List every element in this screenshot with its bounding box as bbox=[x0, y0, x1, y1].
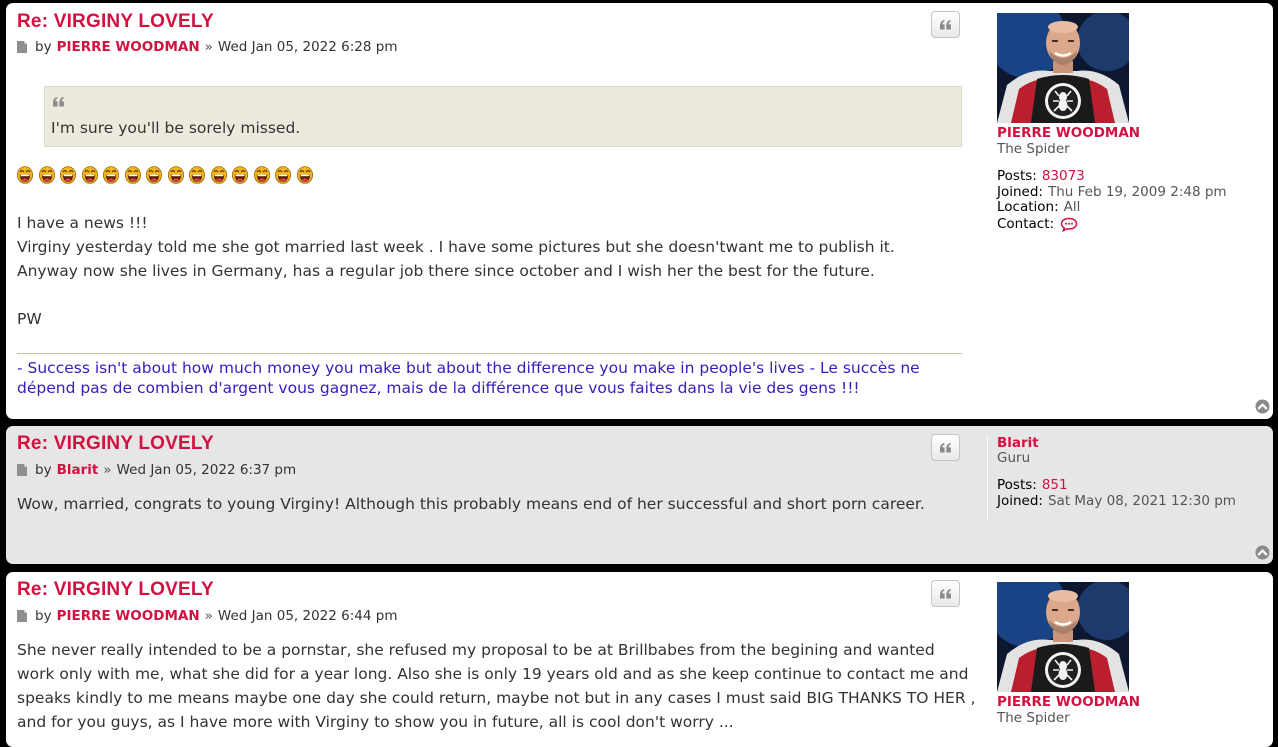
post-text-line: speaks kindly to me means maybe one day … bbox=[17, 689, 976, 707]
quote-icon bbox=[940, 19, 951, 29]
joined-label: Joined: bbox=[997, 184, 1043, 200]
profile-rank: The Spider bbox=[997, 710, 1070, 726]
avatar[interactable] bbox=[997, 13, 1129, 123]
by-label: by bbox=[35, 462, 52, 478]
laughing-emoji bbox=[124, 166, 141, 184]
byline-separator: » bbox=[204, 39, 213, 55]
post-title-link[interactable]: Re: VIRGINY LOVELY bbox=[17, 433, 214, 455]
profile-rank: The Spider bbox=[997, 141, 1070, 157]
emoji-row bbox=[17, 166, 313, 184]
profile-username-link[interactable]: PIERRE WOODMAN bbox=[997, 125, 1140, 141]
profile-joined: Joined: Sat May 08, 2021 12:30 pm bbox=[997, 493, 1236, 509]
post-icon[interactable] bbox=[17, 610, 27, 622]
post-byline: by PIERRE WOODMAN » Wed Jan 05, 2022 6:2… bbox=[17, 39, 397, 55]
post-text-line: work only with me, what she did for a ye… bbox=[17, 665, 969, 683]
joined-date: Thu Feb 19, 2009 2:48 pm bbox=[1047, 184, 1227, 200]
quote-button[interactable] bbox=[931, 434, 960, 461]
by-label: by bbox=[35, 39, 52, 55]
profile-joined: Joined: Thu Feb 19, 2009 2:48 pm bbox=[997, 184, 1227, 200]
laughing-emoji bbox=[210, 166, 227, 184]
profile-posts: Posts: 851 bbox=[997, 477, 1068, 493]
posts-count-link[interactable]: 851 bbox=[1042, 477, 1068, 493]
post-profile: PIERRE WOODMAN The Spider Posts: 83073 J… bbox=[987, 3, 1273, 419]
author-link[interactable]: Blarit bbox=[57, 462, 99, 478]
post-text-line: Anyway now she lives in Germany, has a r… bbox=[17, 262, 875, 280]
quote-mark-icon bbox=[53, 97, 64, 107]
post-2: Re: VIRGINY LOVELY by Blarit » Wed Jan 0… bbox=[6, 426, 1273, 564]
post-date: Wed Jan 05, 2022 6:44 pm bbox=[217, 608, 398, 624]
post-title-link[interactable]: Re: VIRGINY LOVELY bbox=[17, 11, 214, 33]
post-text-line: Virginy yesterday told me she got marrie… bbox=[17, 238, 895, 256]
laughing-emoji bbox=[103, 166, 119, 184]
post-byline: by PIERRE WOODMAN » Wed Jan 05, 2022 6:4… bbox=[17, 608, 397, 624]
laughing-emoji bbox=[38, 166, 55, 184]
post-text: Wow, married, congrats to young Virginy!… bbox=[17, 495, 925, 513]
contact-icon[interactable] bbox=[1060, 217, 1078, 232]
by-label: by bbox=[35, 608, 52, 624]
quote-icon bbox=[940, 588, 951, 598]
signature-divider bbox=[17, 353, 962, 354]
profile-rank: Guru bbox=[997, 450, 1031, 466]
profile-location: Location: All bbox=[997, 199, 1080, 215]
avatar[interactable] bbox=[997, 582, 1129, 692]
quote-button[interactable] bbox=[931, 580, 960, 607]
profile-contact: Contact: bbox=[997, 216, 1078, 232]
laughing-emoji bbox=[232, 166, 248, 184]
post-icon[interactable] bbox=[17, 464, 27, 476]
post-1: Re: VIRGINY LOVELY by PIERRE WOODMAN » W… bbox=[6, 3, 1273, 419]
laughing-emoji bbox=[167, 166, 184, 184]
post-3: Re: VIRGINY LOVELY by PIERRE WOODMAN » W… bbox=[6, 572, 1273, 747]
laughing-emoji bbox=[17, 166, 33, 184]
joined-date: Sat May 08, 2021 12:30 pm bbox=[1047, 493, 1236, 509]
posts-label: Posts: bbox=[997, 477, 1037, 493]
quote-block: I'm sure you'll be sorely missed. bbox=[44, 86, 962, 147]
signature: - Success isn't about how much money you… bbox=[17, 359, 920, 397]
laughing-emoji bbox=[189, 166, 205, 184]
profile-posts: Posts: 83073 bbox=[997, 168, 1085, 184]
location-value: All bbox=[1063, 199, 1081, 215]
post-title-link[interactable]: Re: VIRGINY LOVELY bbox=[17, 579, 214, 601]
quote-button[interactable] bbox=[931, 11, 960, 38]
author-link[interactable]: PIERRE WOODMAN bbox=[57, 608, 200, 624]
laughing-emoji bbox=[60, 166, 76, 184]
author-link[interactable]: PIERRE WOODMAN bbox=[57, 39, 200, 55]
profile-username-link[interactable]: Blarit bbox=[997, 435, 1039, 451]
posts-label: Posts: bbox=[997, 168, 1037, 184]
post-byline: by Blarit » Wed Jan 05, 2022 6:37 pm bbox=[17, 462, 296, 478]
byline-separator: » bbox=[103, 462, 112, 478]
post-text-line: and for you guys, as I have more with Vi… bbox=[17, 713, 734, 731]
post-profile: PIERRE WOODMAN The Spider bbox=[987, 572, 1273, 747]
post-date: Wed Jan 05, 2022 6:37 pm bbox=[116, 462, 297, 478]
laughing-emoji bbox=[296, 166, 313, 184]
byline-separator: » bbox=[204, 608, 213, 624]
posts-count-link[interactable]: 83073 bbox=[1042, 168, 1085, 184]
quote-text: I'm sure you'll be sorely missed. bbox=[51, 119, 301, 137]
post-icon[interactable] bbox=[17, 41, 27, 53]
post-text-line: She never really intended to be a pornst… bbox=[17, 641, 935, 659]
quote-icon bbox=[940, 442, 951, 452]
joined-label: Joined: bbox=[997, 493, 1043, 509]
post-profile: Blarit Guru Posts: 851 Joined: Sat May 0… bbox=[987, 426, 1273, 564]
laughing-emoji bbox=[146, 166, 162, 184]
contact-label: Contact: bbox=[997, 216, 1055, 232]
post-date: Wed Jan 05, 2022 6:28 pm bbox=[217, 39, 398, 55]
laughing-emoji bbox=[253, 166, 270, 184]
laughing-emoji bbox=[81, 166, 98, 184]
location-label: Location: bbox=[997, 199, 1059, 215]
laughing-emoji bbox=[275, 166, 291, 184]
post-text-line: I have a news !!! bbox=[17, 214, 148, 232]
profile-username-link[interactable]: PIERRE WOODMAN bbox=[997, 694, 1140, 710]
post-text-line: PW bbox=[17, 310, 42, 328]
